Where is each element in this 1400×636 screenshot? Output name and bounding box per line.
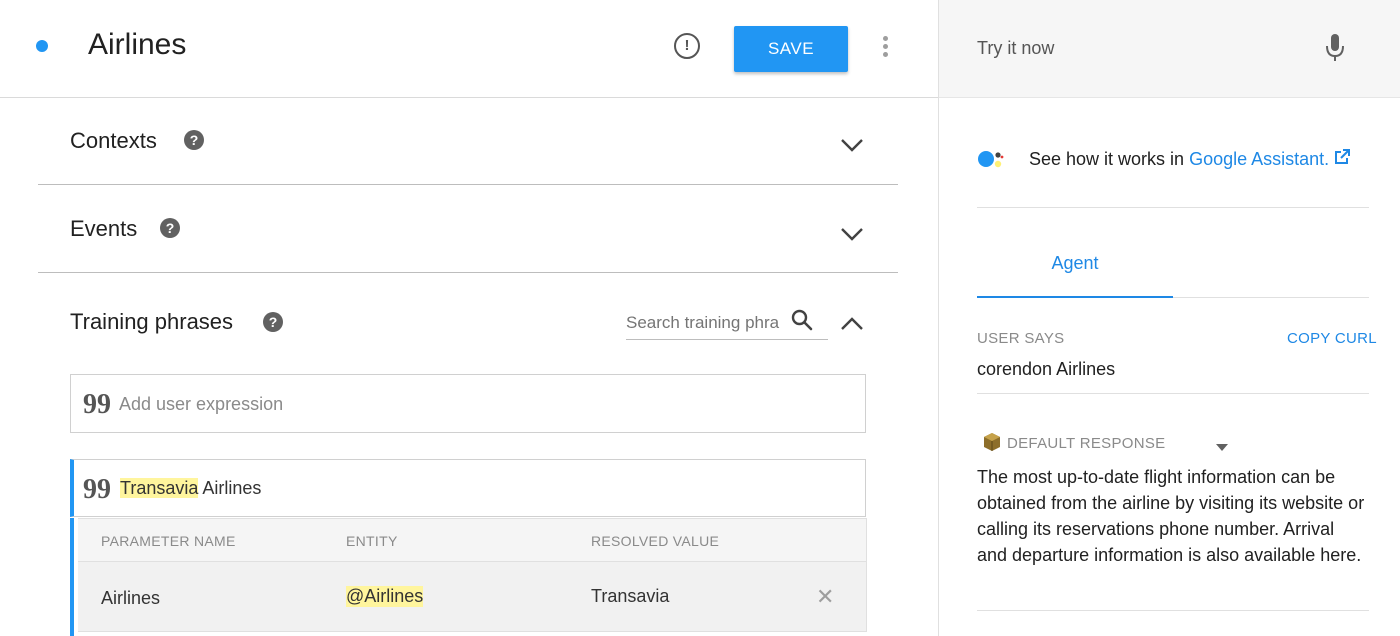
external-link-icon[interactable] [1333, 148, 1351, 166]
events-section[interactable]: Events ? [38, 185, 898, 273]
dropdown-caret-icon[interactable] [1215, 440, 1229, 451]
parameter-table: PARAMETER NAME ENTITY RESOLVED VALUE Air… [70, 518, 867, 636]
user-says-value: corendon Airlines [977, 359, 1116, 379]
contexts-section[interactable]: Contexts ? [38, 98, 898, 185]
resolved-value-cell: Transavia [591, 586, 670, 606]
divider [977, 393, 1369, 394]
intent-main-panel: Airlines ! SAVE Contexts ? Events ? Trai… [0, 0, 938, 636]
help-icon[interactable]: ? [184, 130, 204, 150]
training-phrases-title: Training phrases [70, 309, 234, 334]
column-entity: ENTITY [346, 533, 398, 549]
help-icon[interactable]: ? [160, 218, 180, 238]
save-button[interactable]: SAVE [734, 26, 848, 72]
table-row: Airlines @Airlines Transavia ✕ [78, 562, 867, 632]
mic-icon[interactable] [1323, 32, 1347, 64]
parameter-table-header: PARAMETER NAME ENTITY RESOLVED VALUE [78, 518, 867, 562]
entity-cell[interactable]: @Airlines [346, 586, 424, 607]
training-search-input[interactable] [626, 310, 784, 336]
tab-agent[interactable]: Agent [977, 240, 1173, 298]
try-it-now-header [939, 0, 1400, 98]
try-it-now-input[interactable] [977, 36, 1307, 60]
annotated-entity-span[interactable]: Transavia [120, 478, 199, 498]
parameter-name-cell[interactable]: Airlines [101, 588, 160, 609]
phrase-remainder: Airlines [198, 478, 262, 498]
more-vert-icon[interactable] [878, 34, 892, 58]
chevron-down-icon[interactable] [839, 136, 865, 154]
close-icon[interactable]: ✕ [816, 584, 834, 610]
response-cube-icon [983, 432, 1001, 452]
search-icon[interactable] [790, 308, 814, 332]
try-it-now-panel: See how it works in Google Assistant. Ag… [938, 0, 1400, 636]
google-assistant-icon [977, 144, 1011, 178]
quote-icon: 99 [83, 474, 111, 505]
google-assistant-row: See how it works in Google Assistant. [977, 140, 1369, 208]
default-response-label: DEFAULT RESPONSE [1007, 435, 1166, 452]
help-icon[interactable]: ? [263, 312, 283, 332]
google-assistant-text: See how it works in Google Assistant. [1029, 148, 1351, 170]
events-title: Events [70, 216, 138, 241]
dialogflow-intent-editor: Airlines ! SAVE Contexts ? Events ? Trai… [0, 0, 1400, 636]
alert-info-icon[interactable]: ! [674, 33, 700, 59]
add-user-expression: 99 [70, 374, 866, 433]
tab-divider [1173, 297, 1369, 298]
contexts-title: Contexts [70, 128, 157, 153]
quote-icon: 99 [83, 389, 111, 420]
column-parameter-name: PARAMETER NAME [101, 533, 236, 549]
user-says-label: USER SAYS [977, 330, 1065, 347]
training-search [626, 306, 828, 340]
ga-prefix: See how it works in [1029, 149, 1190, 169]
intent-dot-icon [36, 40, 48, 52]
add-user-expression-input[interactable] [119, 391, 819, 417]
divider [977, 610, 1369, 611]
training-phrase-row[interactable]: 99 Transavia Airlines [70, 459, 866, 517]
training-phrase-text[interactable]: Transavia Airlines [120, 478, 261, 499]
copy-curl-button[interactable]: COPY CURL [1287, 330, 1377, 347]
default-response-text: The most up-to-date flight information c… [977, 467, 1365, 565]
chevron-up-icon[interactable] [839, 315, 865, 333]
column-resolved-value: RESOLVED VALUE [591, 533, 720, 549]
intent-header: Airlines ! SAVE [0, 0, 938, 98]
intent-title[interactable]: Airlines [88, 28, 186, 62]
google-assistant-link[interactable]: Google Assistant. [1189, 149, 1329, 169]
chevron-down-icon[interactable] [839, 225, 865, 243]
